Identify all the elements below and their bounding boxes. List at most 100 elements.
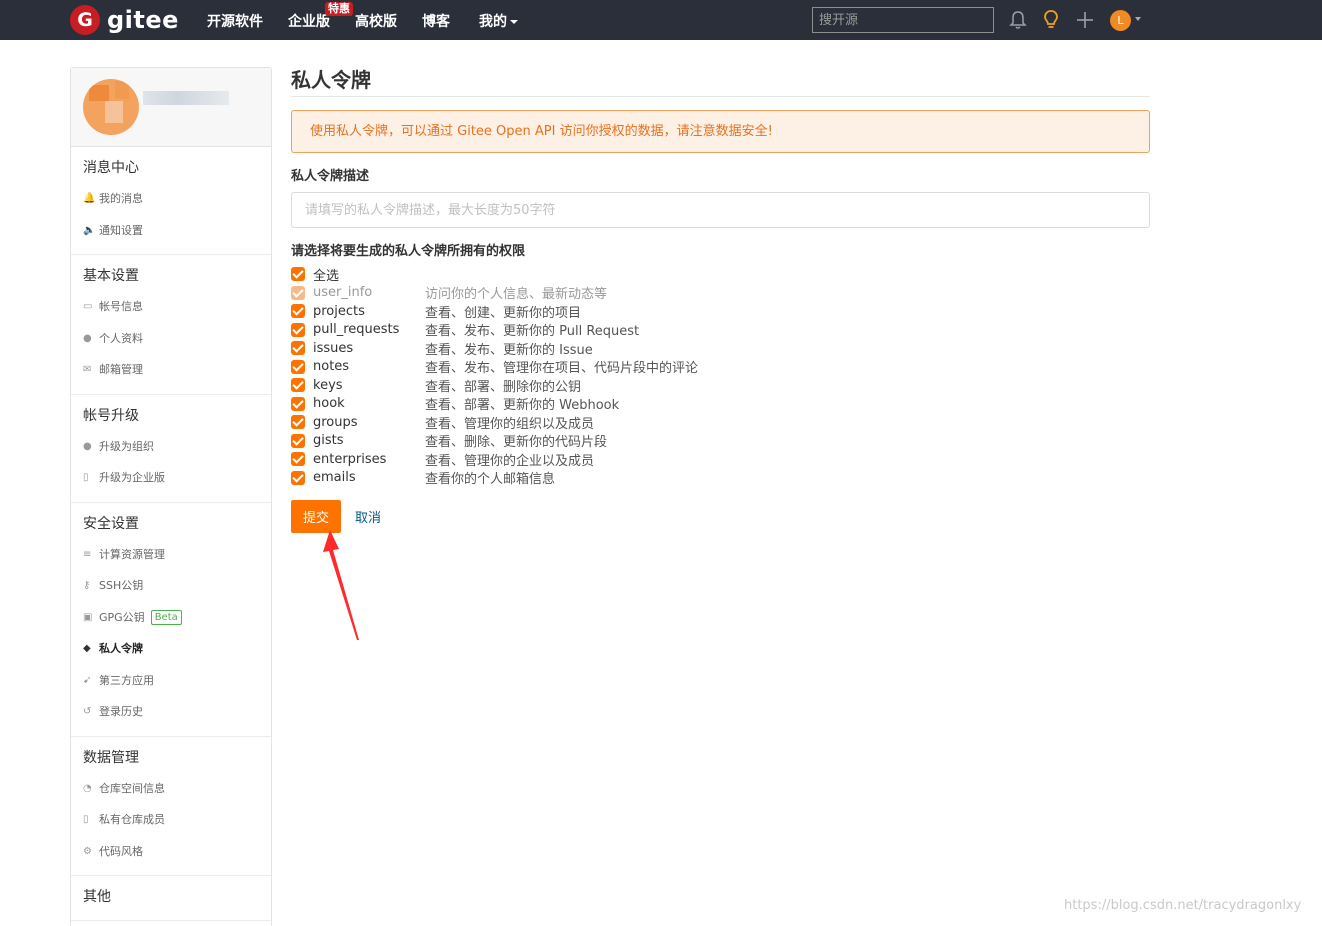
submit-button[interactable]: 提交 xyxy=(291,500,341,533)
sidebar-item[interactable]: ▭ 帐号信息 xyxy=(71,291,271,323)
user-avatar[interactable]: L xyxy=(1110,10,1131,31)
permission-row[interactable]: user_info 访问你的个人信息、最新动态等 xyxy=(291,284,1150,303)
profile-avatar[interactable] xyxy=(83,79,139,135)
sidebar-group-title: 消息中心 xyxy=(83,160,139,176)
user-icon: ● xyxy=(83,332,92,344)
permission-checkbox[interactable] xyxy=(291,322,305,337)
permission-name: notes xyxy=(313,359,350,375)
permission-description: 查看、管理你的组织以及成员 xyxy=(425,416,595,432)
sidebar-item[interactable]: ▣ GPG公钥 Beta xyxy=(71,602,271,634)
sidebar-item-label: 个人资料 xyxy=(99,331,143,345)
permission-row[interactable]: gists 查看、删除、更新你的代码片段 xyxy=(291,432,1150,451)
sidebar-item[interactable]: ◔ 仓库空间信息 xyxy=(71,773,271,805)
building-icon: ▯ xyxy=(83,472,89,484)
permission-row[interactable]: hook 查看、部署、更新你的 Webhook xyxy=(291,395,1150,414)
permission-description: 查看、删除、更新你的代码片段 xyxy=(425,435,608,451)
permission-row[interactable]: notes 查看、发布、管理你在项目、代码片段中的评论 xyxy=(291,358,1150,377)
sidebar-item-label: 帐号信息 xyxy=(99,300,143,313)
sidebar-item[interactable]: 🔈 通知设置 xyxy=(71,215,271,247)
watermark: https://blog.csdn.net/tracydragonlxy xyxy=(1064,898,1302,913)
permission-row[interactable]: groups 查看、管理你的组织以及成员 xyxy=(291,413,1150,432)
nav-education[interactable]: 高校版 xyxy=(355,11,397,31)
token-description-input[interactable] xyxy=(291,192,1150,228)
permission-description: 访问你的个人信息、最新动态等 xyxy=(425,287,608,303)
sidebar-item[interactable]: ⚷ SSH公钥 xyxy=(71,570,271,602)
nav-open-source[interactable]: 开源软件 xyxy=(207,11,263,31)
select-all-row[interactable]: 全选 xyxy=(291,265,1150,284)
nav-mine-label: 我的 xyxy=(479,14,507,30)
sidebar-item[interactable]: ● 个人资料 xyxy=(71,323,271,355)
permissions-label: 请选择将要生成的私人令牌所拥有的权限 xyxy=(291,244,526,259)
group-icon: ● xyxy=(83,440,92,452)
sidebar-item[interactable]: ▯ 私有仓库成员 xyxy=(71,804,271,836)
sidebar-item[interactable]: ◆ 私人令牌 xyxy=(71,633,271,665)
permission-row[interactable]: keys 查看、部署、删除你的公钥 xyxy=(291,376,1150,395)
nav-enterprise[interactable]: 企业版 xyxy=(288,11,330,31)
key-icon: ⚷ xyxy=(83,580,91,592)
sidebar-group-title: 安全设置 xyxy=(83,515,139,532)
sidebar-group: 帐号升级 ● 升级为组织 ▯ 升级为企业版 xyxy=(71,395,271,503)
chevron-down-icon xyxy=(510,20,518,24)
history-icon: ↺ xyxy=(83,706,92,718)
sidebar-item[interactable]: ● 升级为组织 xyxy=(71,431,271,463)
form-actions: 提交 取消 xyxy=(291,500,1150,533)
permission-description: 查看、部署、更新你的 Webhook xyxy=(425,398,620,414)
permission-name: projects xyxy=(313,303,365,319)
permission-checkbox[interactable] xyxy=(291,415,305,430)
permission-name: user_info xyxy=(313,285,373,301)
select-all-checkbox[interactable] xyxy=(291,267,305,282)
gitee-logo-text: gitee xyxy=(107,6,179,34)
permission-description: 查看、创建、更新你的项目 xyxy=(425,305,582,321)
sidebar-item-label: SSH公钥 xyxy=(99,579,144,592)
plus-icon[interactable] xyxy=(1075,9,1095,31)
permission-name: groups xyxy=(313,414,358,430)
gitee-logo[interactable]: G gitee xyxy=(70,5,179,35)
permission-name: keys xyxy=(313,377,343,393)
sidebar-item-label: 升级为企业版 xyxy=(99,471,165,484)
permission-checkbox[interactable] xyxy=(291,378,305,393)
token-description-label: 私人令牌描述 xyxy=(291,169,370,184)
profile-card xyxy=(71,68,271,147)
lightbulb-icon[interactable] xyxy=(1041,9,1061,31)
nav-blog[interactable]: 博客 xyxy=(422,11,450,31)
permission-checkbox[interactable] xyxy=(291,433,305,448)
sidebar-item[interactable]: ↺ 登录历史 xyxy=(71,696,271,728)
permission-row[interactable]: pull_requests 查看、发布、更新你的 Pull Request xyxy=(291,321,1150,340)
permission-checkbox[interactable] xyxy=(291,396,305,411)
cancel-link[interactable]: 取消 xyxy=(355,507,381,526)
rocket-icon: ➹ xyxy=(83,674,92,686)
bell-icon: 🔔 xyxy=(83,193,96,205)
hot-badge: 特惠 xyxy=(325,2,353,16)
permission-row[interactable]: emails 查看你的个人邮箱信息 xyxy=(291,469,1150,487)
sidebar-group-title: 其他 xyxy=(83,889,111,905)
sidebar-group: 基本设置 ▭ 帐号信息 ● 个人资料 ✉ 邮箱管理 xyxy=(71,255,271,395)
permission-checkbox[interactable] xyxy=(291,304,305,319)
permission-description: 查看、发布、更新你的 Pull Request xyxy=(425,324,640,340)
sidebar-item[interactable]: ▯ 升级为企业版 xyxy=(71,462,271,494)
sidebar-group: 安全设置 ≡ 计算资源管理 ⚷ SSH公钥 ▣ GPG公钥 Beta ◆ 私人令牌 ➹ 第三方应用 ↺ 登… xyxy=(71,503,271,737)
select-all-label: 全选 xyxy=(313,268,340,284)
sidebar-item[interactable]: ⚙ 代码风格 xyxy=(71,836,271,868)
sidebar-item-label: 代码风格 xyxy=(99,844,143,858)
bell-icon[interactable] xyxy=(1008,9,1028,31)
permission-row[interactable]: enterprises 查看、管理你的企业以及成员 xyxy=(291,450,1150,469)
sidebar-group-title: 帐号升级 xyxy=(83,407,139,424)
search-input[interactable] xyxy=(812,7,994,33)
avatar-chevron-down-icon[interactable] xyxy=(1135,17,1141,21)
permission-checkbox[interactable] xyxy=(291,359,305,374)
permission-description: 查看、发布、管理你在项目、代码片段中的评论 xyxy=(425,361,699,377)
permission-name: enterprises xyxy=(313,451,387,467)
permission-checkbox[interactable] xyxy=(291,470,305,485)
top-navbar: G gitee 开源软件 企业版 特惠 高校版 博客 我的 L xyxy=(0,0,1322,40)
sidebar-item[interactable]: ✉ 邮箱管理 xyxy=(71,354,271,386)
permission-row[interactable]: projects 查看、创建、更新你的项目 xyxy=(291,302,1150,321)
permission-checkbox[interactable] xyxy=(291,341,305,356)
permission-checkbox[interactable] xyxy=(291,452,305,467)
sidebar-item-label: 登录历史 xyxy=(99,705,143,718)
sidebar-item[interactable]: ➹ 第三方应用 xyxy=(71,665,271,697)
sidebar-item[interactable]: 🔔 我的消息 xyxy=(71,183,271,215)
sidebar-item-label: GPG公钥 xyxy=(99,610,145,624)
sidebar-item[interactable]: ≡ 计算资源管理 xyxy=(71,539,271,571)
permission-row[interactable]: issues 查看、发布、更新你的 Issue xyxy=(291,339,1150,358)
nav-mine[interactable]: 我的 xyxy=(479,11,518,31)
